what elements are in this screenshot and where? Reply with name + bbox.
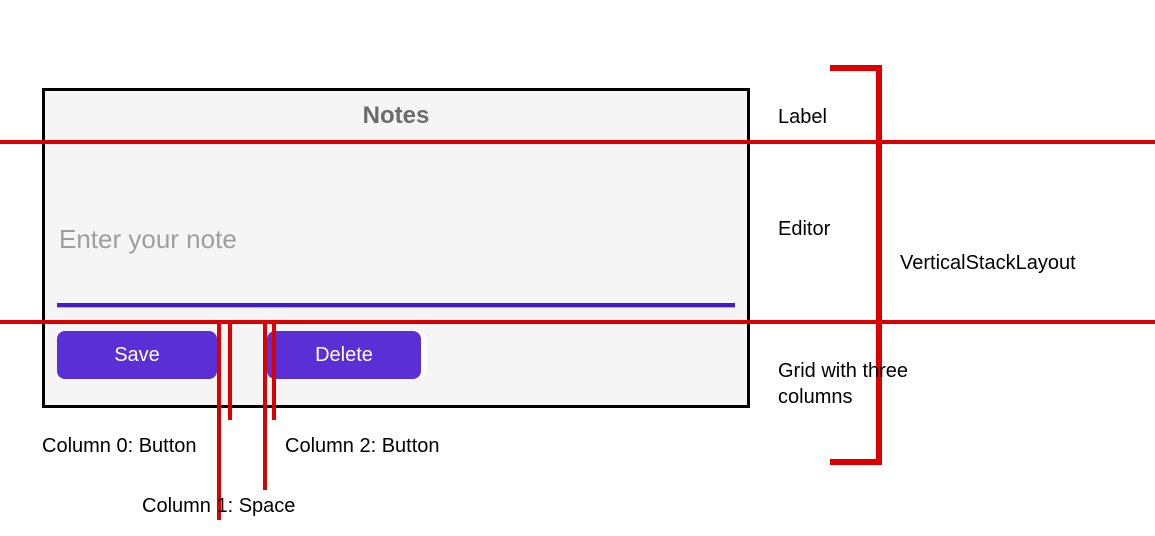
annotation-text-vsl: VerticalStackLayout xyxy=(900,252,1076,275)
save-button[interactable]: Save xyxy=(57,331,217,379)
delete-button[interactable]: Delete xyxy=(267,331,421,379)
annotation-text-grid: Grid with three columns xyxy=(778,358,978,410)
annotation-divider-1 xyxy=(0,140,1155,144)
annotation-text-col1: Column 1: Space xyxy=(142,495,295,518)
bracket-top xyxy=(830,65,880,71)
editor-row: Enter your note xyxy=(45,141,747,321)
annotation-col1-right xyxy=(263,320,267,490)
annotation-col0-right xyxy=(217,320,221,520)
annotation-text-col0: Column 0: Button xyxy=(42,435,197,458)
diagram-canvas: Notes Enter your note Save Delete Label … xyxy=(0,0,1155,536)
vertical-stack-layout: Notes Enter your note Save Delete xyxy=(42,88,750,408)
annotation-text-label: Label xyxy=(778,106,827,129)
annotation-text-editor: Editor xyxy=(778,218,830,241)
annotation-divider-2 xyxy=(0,320,1155,324)
title-row: Notes xyxy=(45,91,747,141)
editor-underline xyxy=(57,303,735,307)
bracket-bottom xyxy=(830,459,880,465)
delete-button-wrap: Delete xyxy=(267,331,427,379)
button-grid: Save Delete xyxy=(45,321,747,389)
annotation-text-col2: Column 2: Button xyxy=(285,435,440,458)
note-editor[interactable]: Enter your note xyxy=(57,224,735,255)
annotation-col2-left xyxy=(272,320,276,420)
annotation-col1-left xyxy=(228,320,232,420)
notes-title-label: Notes xyxy=(363,102,430,130)
